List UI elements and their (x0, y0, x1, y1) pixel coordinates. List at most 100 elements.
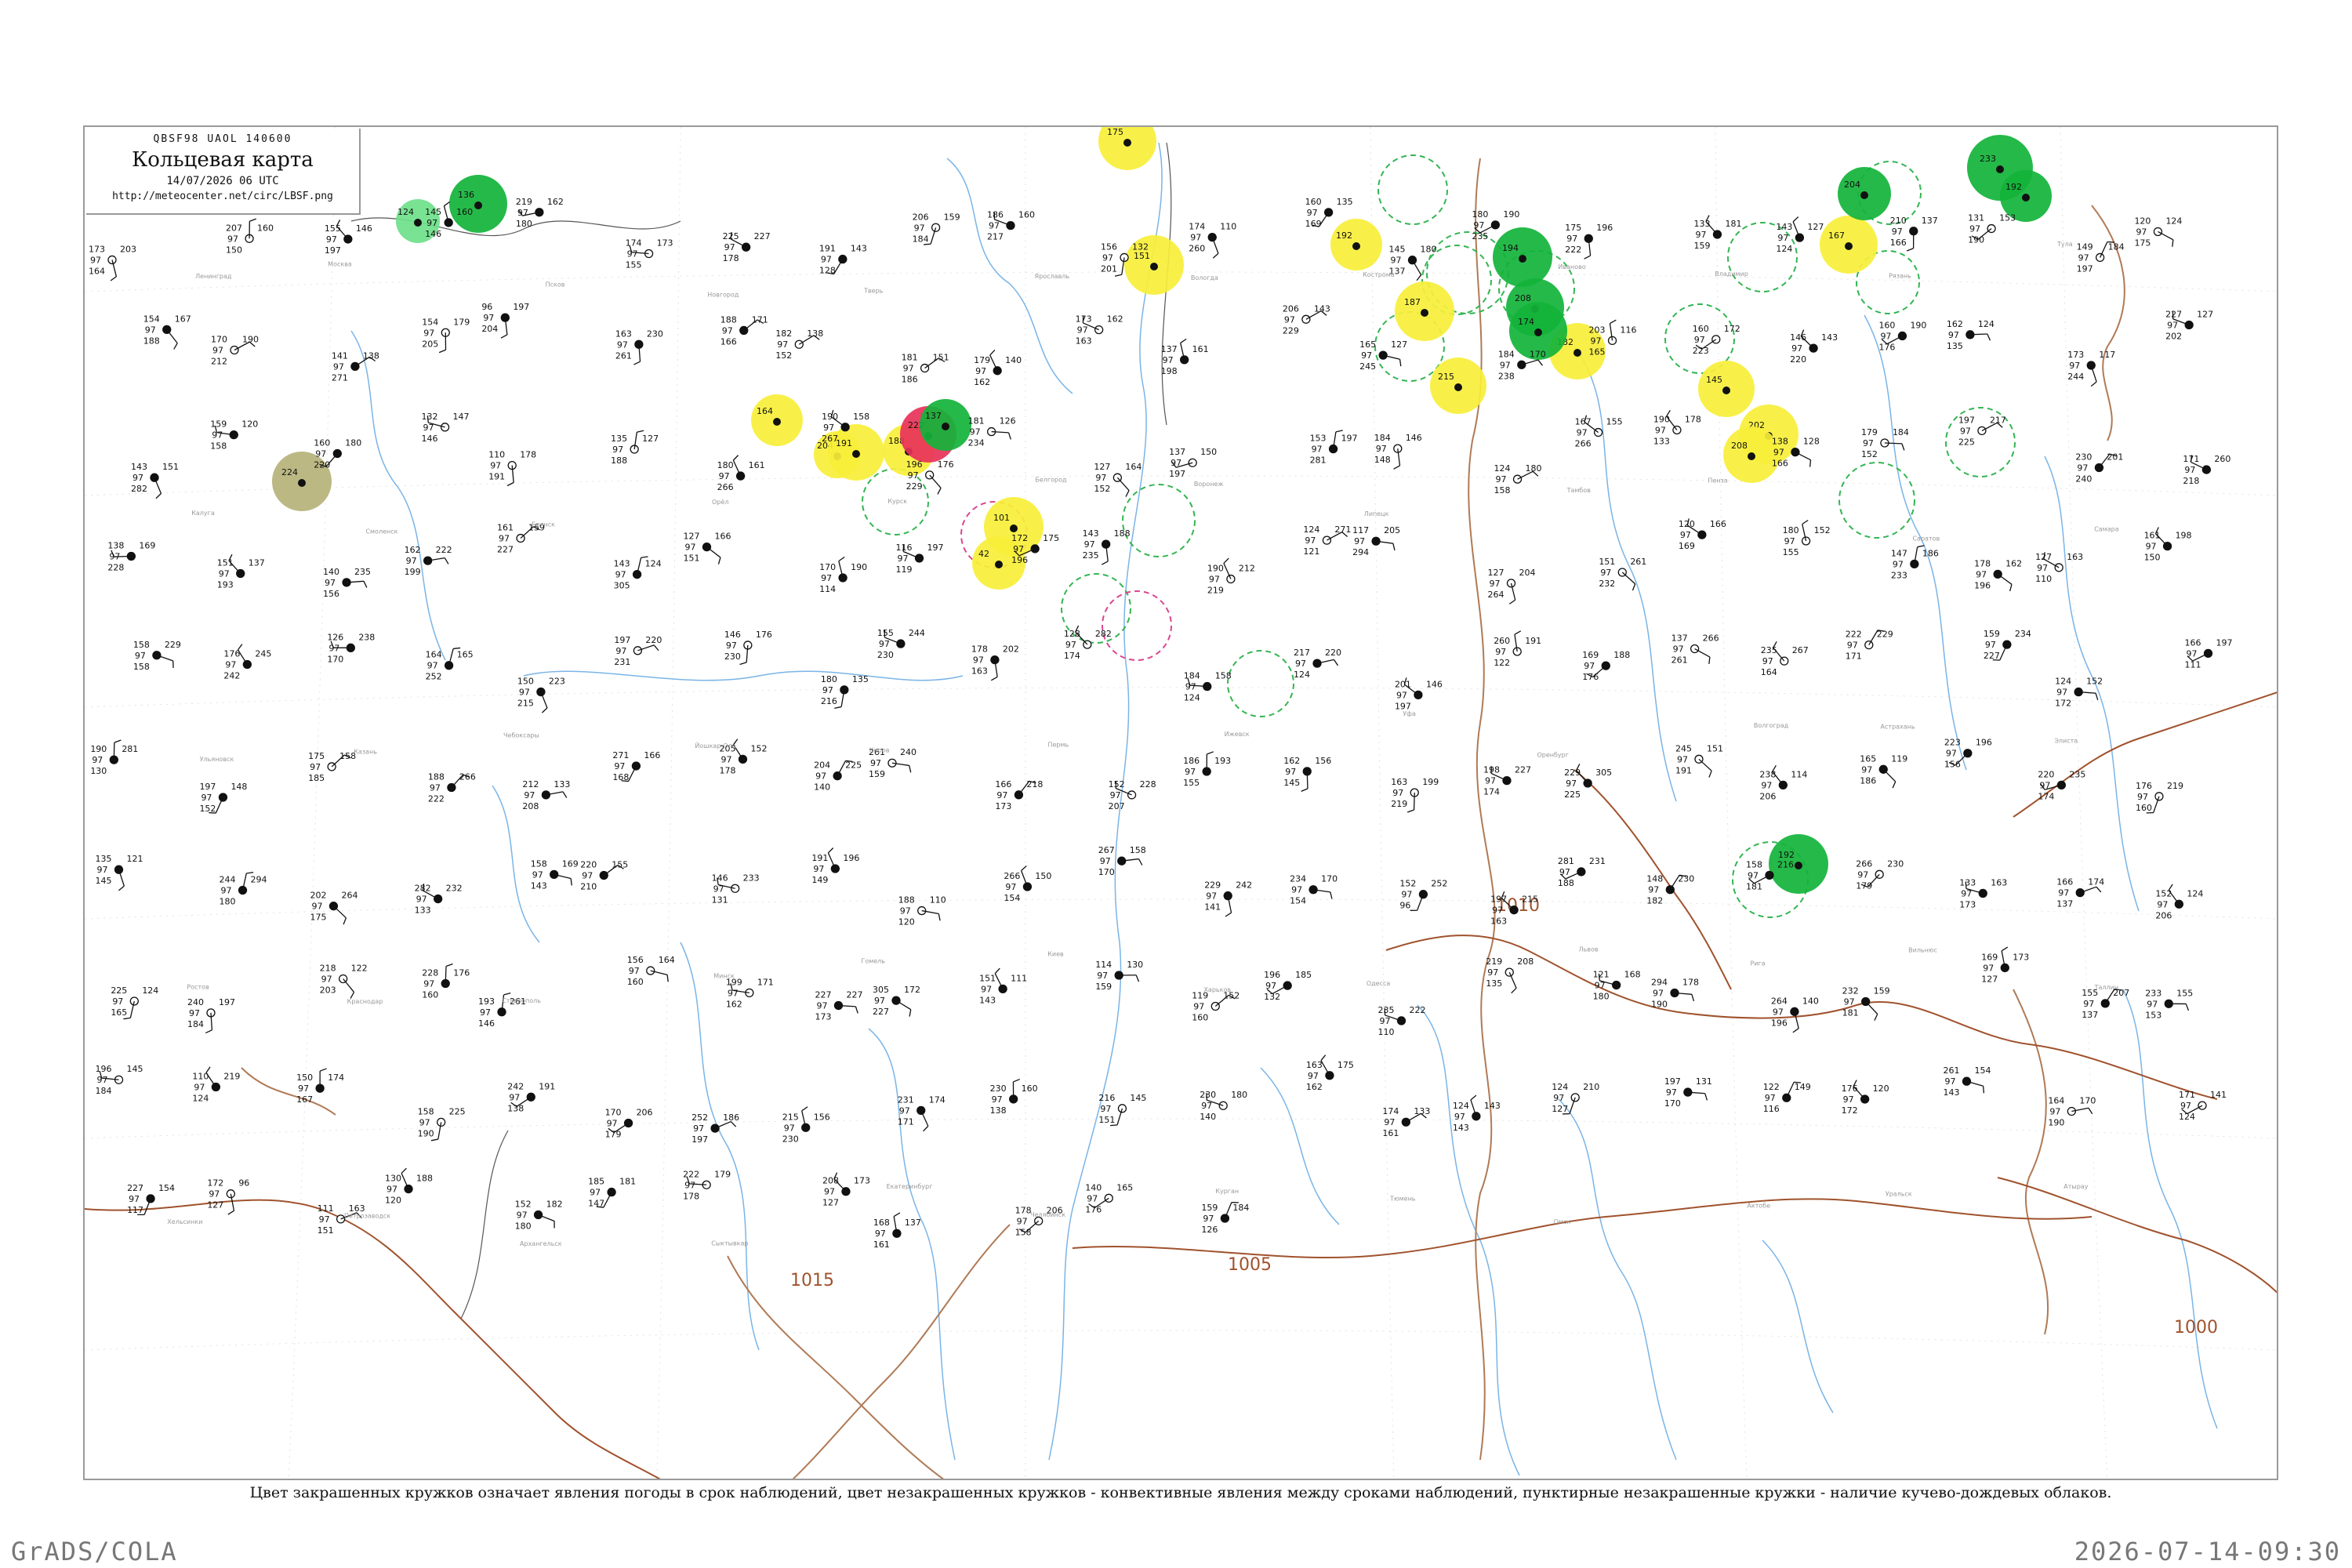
station-visibility: 97 (693, 1123, 704, 1134)
station-visibility: 97 (490, 461, 501, 471)
station-visibility: 97 (1102, 252, 1113, 263)
station-plot: 151 111 97143 (979, 967, 1027, 1005)
station-dewpoint: 158 (1494, 485, 1511, 495)
station-dewpoint: 122 (1494, 658, 1510, 668)
map-source-url[interactable]: http://meteocenter.net/circ/LBSF.png (86, 191, 359, 202)
station-visibility: 97 (1880, 331, 1891, 341)
weather-map: 1015 1010 1005 1000 136 124 224 164 204 191 188 22… (83, 125, 2278, 1480)
wind-feather (1138, 858, 1143, 866)
wind-feather (1393, 465, 1400, 470)
station-visibility: 97 (821, 573, 832, 583)
station-plot: 128 282 97174 (1064, 625, 1112, 661)
station-temperature: 138 (107, 540, 124, 550)
station-dewpoint: 96 (1399, 901, 1410, 911)
wind-barb (333, 906, 347, 919)
station-pressure: 114 (1791, 769, 1807, 779)
station-pressure: 205 (1384, 525, 1400, 535)
station-pressure: 110 (930, 895, 946, 906)
station-name: Рязань (1889, 272, 1911, 279)
station-visibility: 97 (1190, 233, 1201, 243)
station-plot: 96 197 97204 (481, 302, 529, 339)
station-name: Самара (2094, 526, 2119, 533)
station-temperature: 169 (1981, 952, 1998, 962)
station-plot: 197 217 97225 (1958, 415, 2006, 447)
station-visibility: 97 (1454, 1112, 1465, 1122)
station-visibility: 97 (1171, 458, 1181, 468)
cb-cloud-ring (1122, 484, 1196, 557)
station-pressure: 218 (1026, 779, 1043, 789)
station-visibility: 97 (612, 445, 623, 455)
station-visibility: 97 (870, 758, 881, 768)
station-pressure: 135 (852, 674, 869, 684)
station-temperature: 154 (422, 317, 438, 327)
station-visibility: 97 (903, 364, 914, 374)
station-dewpoint: 184 (913, 234, 929, 244)
station-temperature: 176 (1842, 1083, 1858, 1094)
station-temperature: 158 (418, 1106, 434, 1116)
weather-marker-shower-yellow: 208 (1723, 426, 1780, 483)
station-pressure: 138 (363, 350, 379, 361)
station-circle (1593, 427, 1603, 437)
wind-feather (633, 361, 641, 365)
station-plot: 150 223 97215 (517, 677, 565, 713)
station-dewpoint: 132 (1264, 992, 1280, 1002)
station-dewpoint: 228 (107, 562, 124, 572)
station-plot: 230 201 97240 (2075, 452, 2123, 484)
station-dewpoint: 140 (1200, 1112, 1216, 1122)
station-dewpoint: 181 (1746, 881, 1762, 891)
station-dewpoint: 158 (133, 662, 150, 672)
station-temperature: 170 (605, 1108, 622, 1118)
wind-feather (1416, 274, 1422, 281)
station-temperature: 151 (217, 558, 234, 568)
station-dewpoint: 197 (1169, 469, 1185, 479)
station-pressure: 215 (1522, 895, 1538, 905)
station-plot: 233 155 97153 (2145, 988, 2193, 1020)
station-pressure: 146 (1406, 433, 1422, 443)
station-plot: 173 203 97164 (89, 244, 136, 281)
station-dewpoint: 190 (1968, 235, 1984, 245)
station-visibility: 97 (212, 346, 223, 356)
station-pressure: 178 (1685, 414, 1701, 424)
station-plot: 207 160 97150 (226, 218, 274, 255)
station-pressure: 152 (1814, 525, 1831, 535)
station-temperature: 116 (896, 543, 913, 553)
station-pressure: 227 (846, 990, 862, 1000)
station-plot: 186 160 97217 (987, 210, 1035, 242)
station-visibility: 97 (1110, 790, 1121, 800)
station-dewpoint: 260 (1189, 244, 1205, 254)
station-temperature: 137 (1161, 344, 1178, 354)
station-visibility: 97 (1392, 788, 1403, 798)
station-visibility: 97 (590, 1188, 601, 1198)
station-circle (1022, 882, 1033, 891)
station-dewpoint: 162 (1306, 1082, 1323, 1092)
station-temperature: 198 (1483, 765, 1500, 775)
station-plot: 198 227 97174 (1483, 765, 1531, 797)
station-visibility: 97 (311, 902, 322, 912)
wind-feather (1906, 248, 1914, 252)
station-pressure: 212 (1239, 564, 1255, 574)
marker-value: 194 (1502, 243, 1519, 253)
station-dewpoint: 186 (902, 375, 918, 385)
station-visibility: 97 (815, 771, 826, 782)
wind-barb (994, 973, 1004, 989)
station-temperature: 225 (723, 231, 739, 241)
station-dewpoint: 174 (1064, 651, 1080, 661)
station-plot: 122 149 97116 (1763, 1081, 1811, 1114)
station-plot: 212 133 97208 (522, 779, 570, 811)
station-dewpoint: 234 (968, 438, 985, 448)
station-pressure: 163 (1991, 877, 2007, 887)
station-visibility: 97 (1206, 891, 1217, 902)
station-dewpoint: 176 (1085, 1204, 1102, 1214)
station-dewpoint: 197 (2077, 263, 2093, 274)
station-name: Калуга (191, 510, 215, 517)
wind-feather (838, 556, 845, 562)
station-plot: 168 137 97161 (873, 1212, 921, 1250)
station-temperature: 173 (2067, 350, 2084, 360)
station-plot: 162 124 97135 (1947, 319, 1994, 351)
station-temperature: 196 (1264, 970, 1280, 980)
station-plot: 164 165 97252 (426, 647, 474, 682)
station-pressure: 156 (814, 1112, 830, 1122)
station-plot: 196 145 97184 (96, 1064, 143, 1096)
station-temperature: 127 (1094, 462, 1110, 472)
station-pressure: 117 (2099, 350, 2115, 360)
